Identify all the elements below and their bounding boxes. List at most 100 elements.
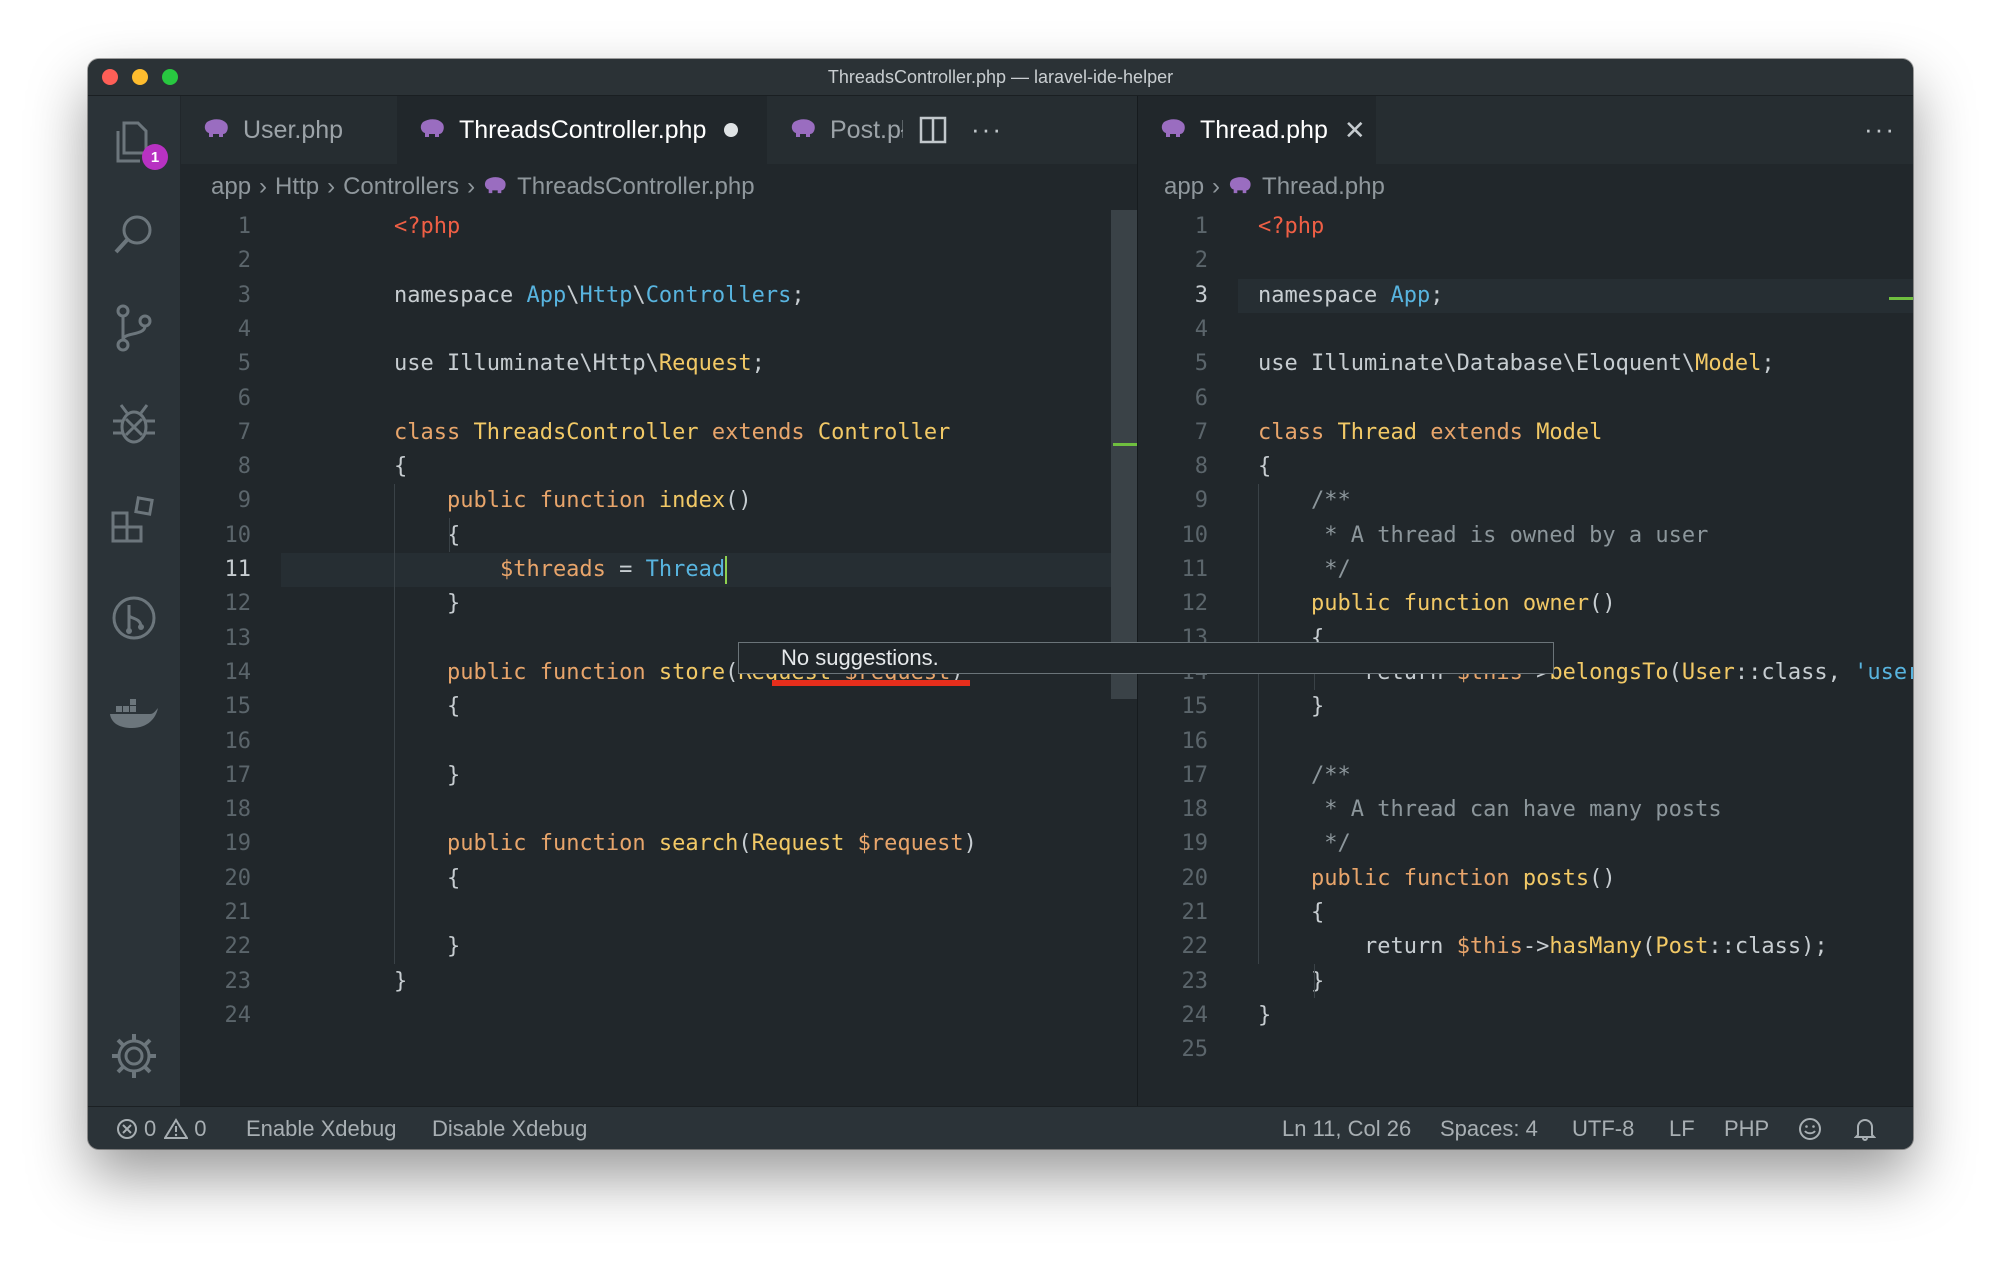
source-control-icon[interactable] — [106, 300, 162, 356]
line-number: 7 — [237, 419, 251, 445]
unsaved-dot-icon[interactable] — [724, 123, 739, 137]
code-token: () — [1589, 865, 1616, 891]
code-text: class ThreadsController extends Controll… — [394, 416, 950, 450]
search-icon[interactable] — [106, 206, 162, 262]
line-number: 20 — [1181, 865, 1209, 891]
docker-icon[interactable] — [106, 686, 162, 742]
code-token: use — [394, 351, 447, 377]
feedback-smiley-icon[interactable] — [1798, 1107, 1822, 1149]
language-mode[interactable]: PHP — [1724, 1107, 1769, 1149]
tab-user-php[interactable]: User.php — [181, 96, 396, 164]
code-text: namespace App\Http\Controllers; — [394, 279, 805, 313]
tab-threadscontroller-php[interactable]: ThreadsController.php — [397, 96, 767, 164]
line-number: 23 — [1181, 968, 1209, 994]
enable-xdebug-button[interactable]: Enable Xdebug — [246, 1107, 396, 1149]
extensions-icon[interactable] — [106, 490, 162, 546]
indentation-setting[interactable]: Spaces: 4 — [1440, 1107, 1538, 1149]
line-number: 15 — [1181, 694, 1209, 720]
split-editor-icon[interactable] — [919, 116, 947, 149]
code-token: } — [1258, 694, 1325, 720]
code-text: } — [394, 587, 460, 621]
code-line: 2 — [1138, 244, 1913, 278]
code-token: extends — [698, 419, 818, 445]
line-number: 25 — [1181, 1037, 1209, 1063]
line-number: 13 — [224, 625, 252, 651]
more-actions-icon[interactable]: ··· — [971, 114, 1003, 145]
breadcrumb-item[interactable]: Http — [275, 173, 319, 201]
code-token: belongsTo — [1549, 659, 1669, 685]
code-token: { — [394, 865, 461, 891]
breadcrumb-item[interactable]: ThreadsController.php — [517, 173, 754, 201]
code-token: Request — [658, 351, 752, 377]
breadcrumb-item[interactable]: app — [211, 173, 251, 201]
code-line: 21 { — [1138, 896, 1913, 930]
code-token: store — [658, 659, 726, 685]
problems-indicator[interactable]: 0 0 — [116, 1107, 207, 1149]
encoding-setting[interactable]: UTF-8 — [1572, 1107, 1634, 1149]
code-token: ThreadsController — [473, 419, 699, 445]
code-token: $request — [857, 831, 964, 857]
cursor-position[interactable]: Ln 11, Col 26 — [1282, 1107, 1411, 1149]
code-token: /** — [1258, 762, 1351, 788]
code-line: 18 * A thread can have many posts — [1138, 793, 1913, 827]
line-number: 3 — [237, 282, 251, 308]
code-line: 20 public function posts() — [1138, 862, 1913, 896]
explorer-files-icon[interactable]: 1 — [106, 114, 168, 170]
line-number: 12 — [224, 591, 252, 617]
code-text: } — [1258, 999, 1271, 1033]
code-token: class — [1258, 419, 1338, 445]
code-token: ::class, — [1734, 659, 1855, 685]
code-text: } — [1258, 690, 1324, 724]
line-number: 2 — [1194, 248, 1208, 274]
scrollbar-left[interactable] — [1111, 210, 1137, 699]
tab-thread-php[interactable]: Thread.php ✕ — [1138, 96, 1376, 164]
line-number: 5 — [237, 351, 251, 377]
line-number: 14 — [224, 659, 252, 685]
breadcrumb-item[interactable]: Controllers — [343, 173, 459, 201]
gear-icon[interactable] — [106, 1028, 162, 1084]
disable-xdebug-button[interactable]: Disable Xdebug — [432, 1107, 587, 1149]
code-line: 24} — [1138, 999, 1913, 1033]
code-token: * A thread is owned by a user — [1258, 522, 1709, 548]
line-number: 1 — [1194, 214, 1208, 239]
line-ending-setting[interactable]: LF — [1669, 1107, 1695, 1149]
code-line: 22 } — [181, 930, 1137, 964]
code-text: { — [394, 519, 460, 553]
code-token: ::class); — [1708, 934, 1828, 960]
line-number: 22 — [224, 934, 252, 960]
code-token: $threads — [394, 557, 606, 582]
indent-guide — [449, 518, 450, 552]
line-number: 21 — [224, 900, 252, 925]
error-icon — [117, 1118, 137, 1139]
code-line: 9 public function index() — [181, 484, 1137, 518]
code-token: use — [1258, 351, 1311, 377]
git-graph-icon[interactable] — [106, 590, 162, 646]
title-bar: ThreadsController.php — laravel-ide-help… — [88, 59, 1913, 96]
line-number: 24 — [224, 1002, 252, 1028]
code-token: Controller — [817, 419, 951, 445]
code-token: ; — [751, 351, 765, 377]
code-text: class Thread extends Model — [1258, 416, 1602, 450]
more-actions-icon[interactable]: ··· — [1864, 114, 1896, 145]
code-line: 9 /** — [1138, 484, 1913, 518]
code-line: 11 $threads = Thread — [181, 553, 1137, 587]
line-number: 18 — [224, 797, 252, 823]
close-tab-icon[interactable]: ✕ — [1344, 115, 1366, 146]
code-line: 8{ — [181, 450, 1137, 484]
code-token: } — [394, 591, 461, 617]
line-number: 7 — [1194, 419, 1208, 445]
code-token: { — [394, 454, 408, 480]
line-number: 1 — [237, 214, 251, 239]
line-number: 5 — [1194, 351, 1208, 377]
tab-post-php[interactable]: Post.pł — [768, 96, 903, 164]
tab-bar-left: User.php ThreadsController.php Post.pł ·… — [181, 96, 1137, 164]
code-line: 10 * A thread is owned by a user — [1138, 519, 1913, 553]
breadcrumb-item[interactable]: app — [1164, 173, 1204, 201]
notifications-bell-icon[interactable] — [1854, 1107, 1876, 1149]
code-token: ) — [963, 831, 977, 857]
breadcrumb-item[interactable]: Thread.php — [1262, 173, 1385, 201]
code-line: 18 — [181, 793, 1137, 827]
code-token: return — [1258, 934, 1457, 960]
debug-icon[interactable] — [106, 396, 162, 452]
annotation-underline — [772, 680, 970, 686]
